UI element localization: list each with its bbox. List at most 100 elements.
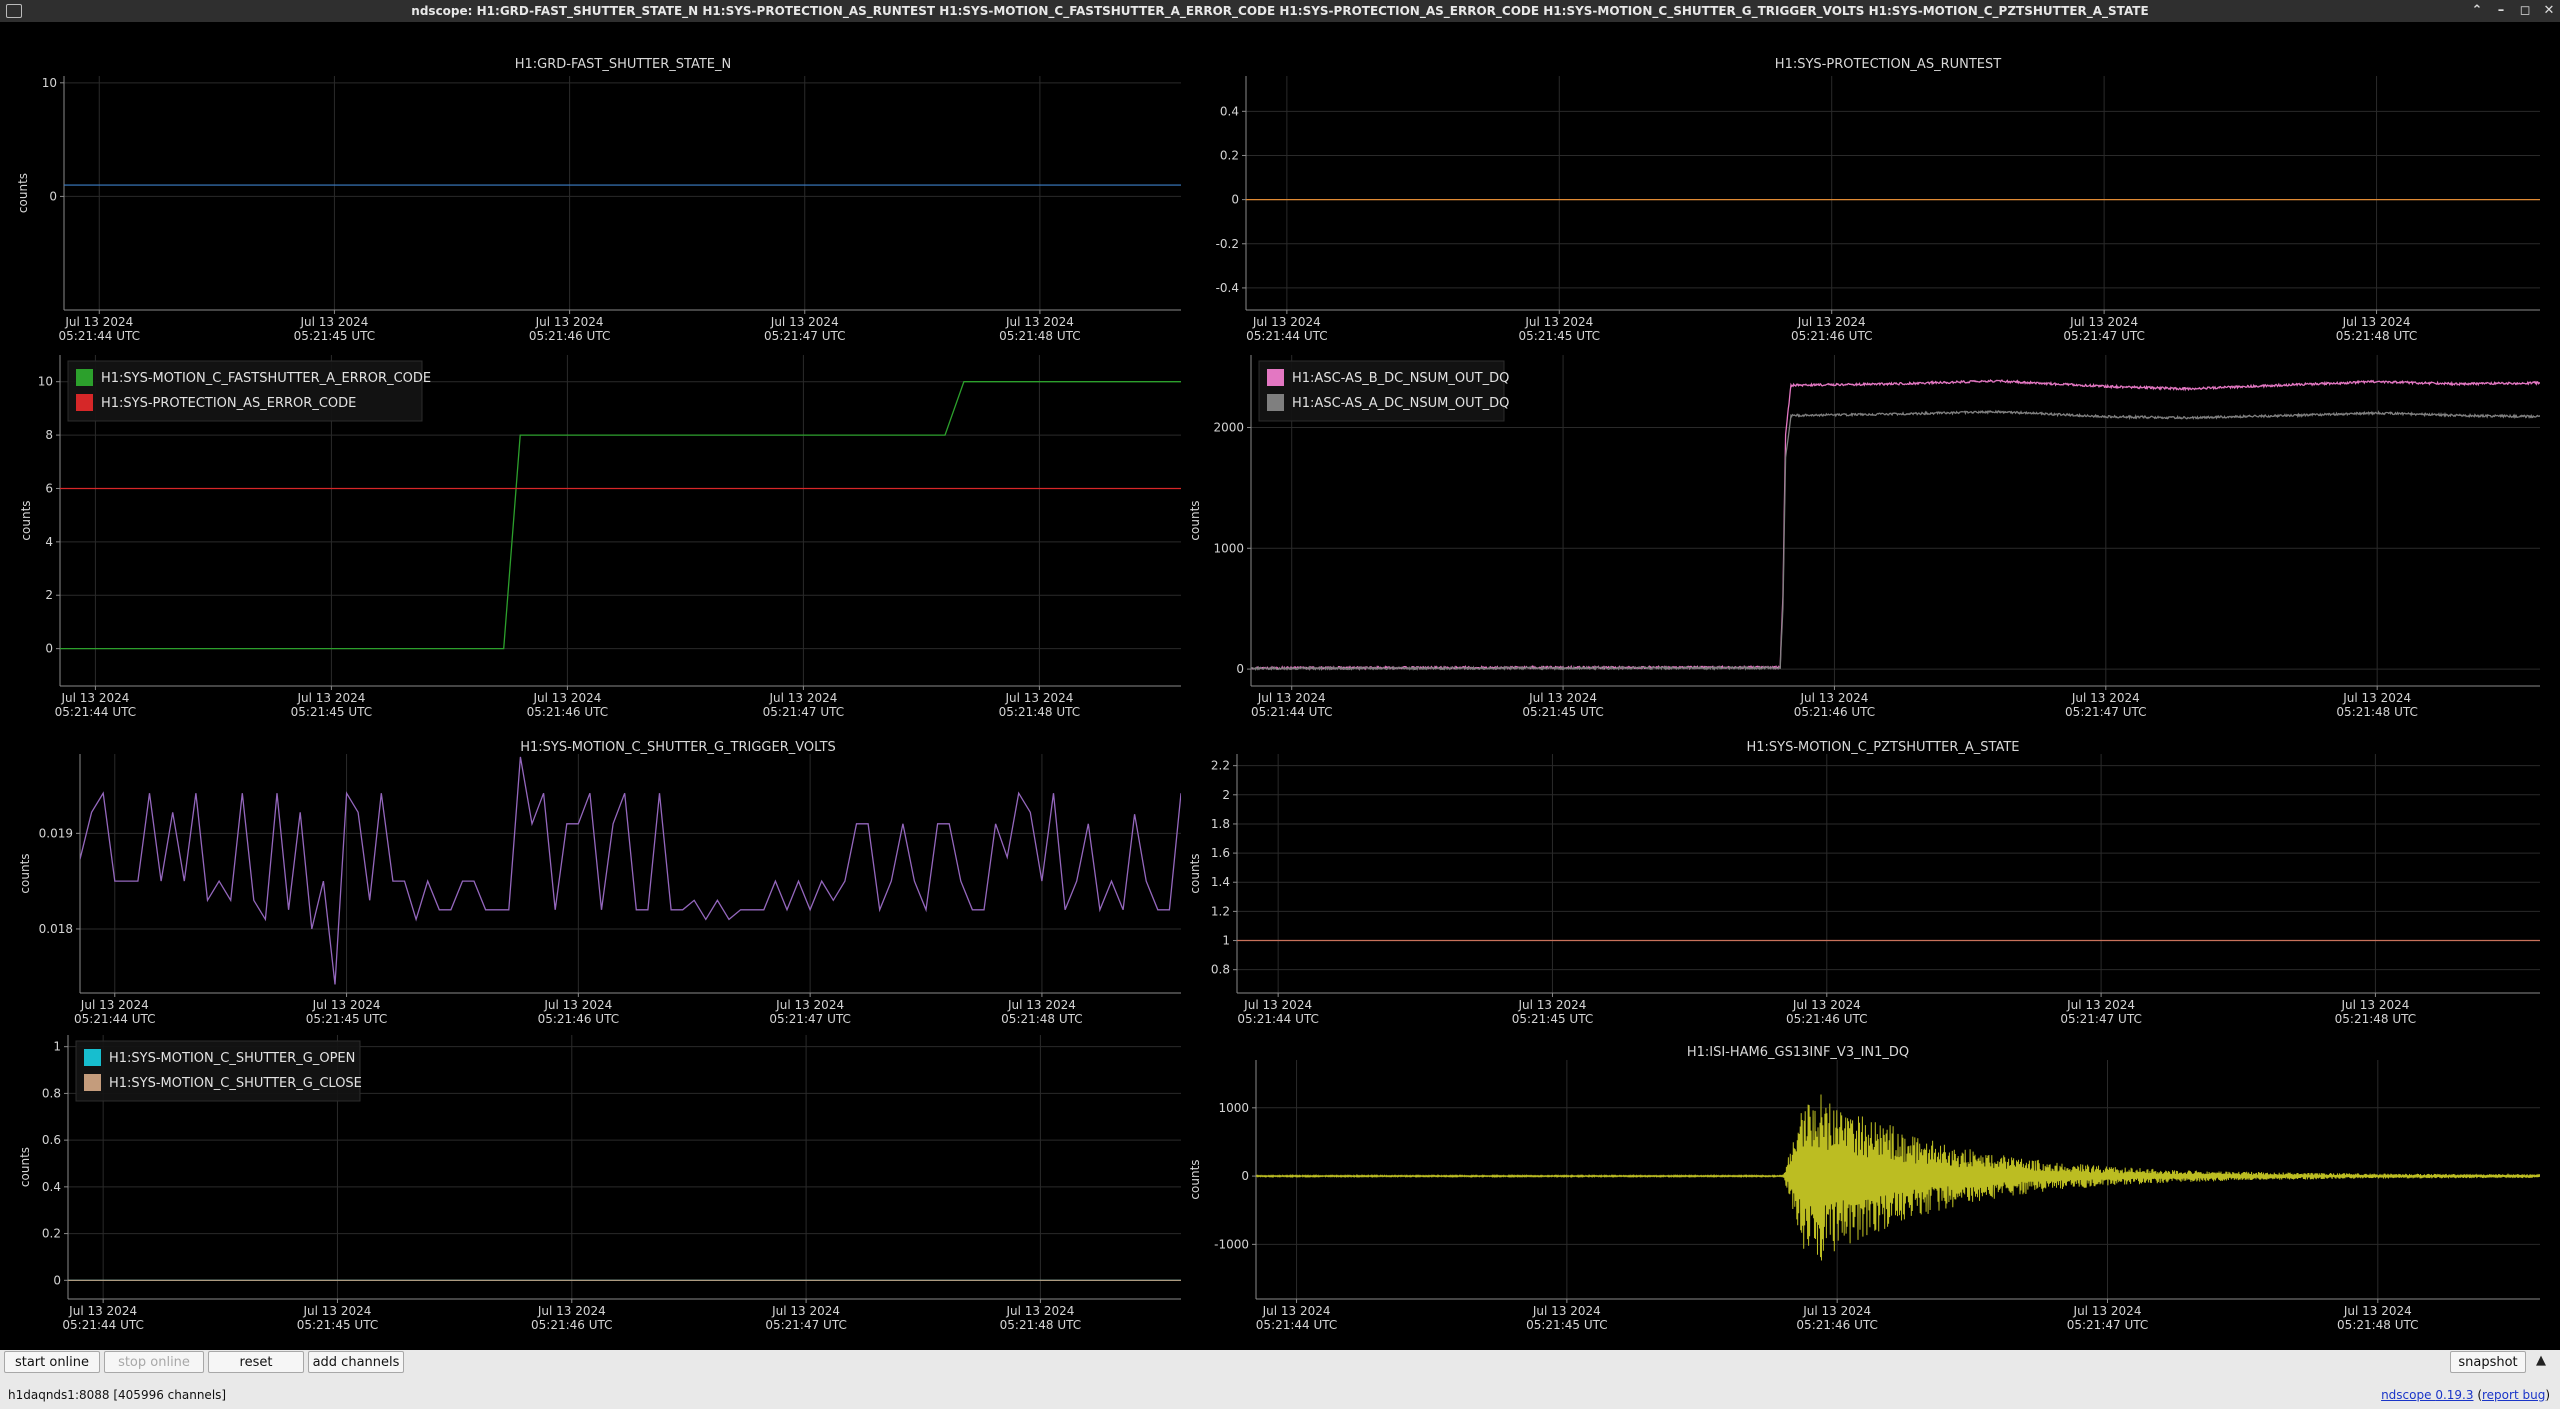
add-channels-button[interactable]: add channels — [308, 1351, 404, 1373]
x-tick-date: Jul 13 2024 — [537, 1304, 606, 1318]
x-tick-date: Jul 13 2024 — [1005, 1304, 1074, 1318]
x-tick-date: Jul 13 2024 — [2342, 691, 2411, 705]
x-tick-date: Jul 13 2024 — [1243, 998, 1312, 1012]
x-tick-time: 05:21:45 UTC — [291, 705, 373, 719]
minimize-icon[interactable]: – — [2490, 1, 2512, 21]
x-tick-date: Jul 13 2024 — [2071, 691, 2140, 705]
y-tick-label: 0.8 — [42, 1086, 61, 1100]
x-tick-date: Jul 13 2024 — [1518, 998, 1587, 1012]
x-tick-time: 05:21:46 UTC — [527, 705, 609, 719]
collapse-arrow-icon[interactable]: ▲ — [2536, 1353, 2546, 1368]
x-tick-date: Jul 13 2024 — [768, 691, 837, 705]
plot-title: H1:SYS-MOTION_C_PZTSHUTTER_A_STATE — [1746, 740, 2019, 755]
plot-7[interactable]: 00.20.40.60.81Jul 13 202405:21:44 UTCJul… — [18, 1035, 1181, 1332]
y-tick-label: 1 — [1222, 934, 1230, 948]
y-axis-label: counts — [1188, 853, 1202, 893]
x-tick-time: 05:21:44 UTC — [55, 705, 137, 719]
x-tick-date: Jul 13 2024 — [296, 691, 365, 705]
x-tick-time: 05:21:45 UTC — [1512, 1012, 1594, 1026]
legend-box — [1258, 360, 1505, 422]
x-tick-time: 05:21:44 UTC — [1246, 329, 1328, 343]
x-tick-date: Jul 13 2024 — [1524, 315, 1593, 329]
x-tick-date: Jul 13 2024 — [1528, 691, 1597, 705]
x-tick-time: 05:21:47 UTC — [2063, 329, 2145, 343]
y-tick-label: 1.2 — [1211, 904, 1230, 918]
plot-1[interactable]: 010Jul 13 202405:21:44 UTCJul 13 202405:… — [16, 57, 1181, 343]
x-tick-time: 05:21:45 UTC — [1519, 329, 1601, 343]
chevron-up-icon[interactable]: ⌃ — [2466, 1, 2488, 21]
close-icon[interactable]: ✕ — [2538, 1, 2560, 21]
x-tick-time: 05:21:44 UTC — [74, 1012, 156, 1026]
plot-6[interactable]: 0.811.21.41.61.822.2Jul 13 202405:21:44 … — [1188, 740, 2540, 1026]
y-tick-label: 0.4 — [1220, 104, 1239, 118]
y-tick-label: 1.4 — [1211, 875, 1230, 889]
x-tick-date: Jul 13 2024 — [2342, 315, 2411, 329]
plots-canvas[interactable]: 010Jul 13 202405:21:44 UTCJul 13 202405:… — [0, 22, 2560, 1350]
x-tick-time: 05:21:48 UTC — [999, 329, 1081, 343]
x-tick-time: 05:21:44 UTC — [1251, 705, 1333, 719]
x-tick-time: 05:21:46 UTC — [1786, 1012, 1868, 1026]
plot-2[interactable]: -0.4-0.200.20.4Jul 13 202405:21:44 UTCJu… — [1216, 57, 2540, 343]
y-axis-label: counts — [1188, 1159, 1202, 1199]
plot-8[interactable]: -100001000Jul 13 202405:21:44 UTCJul 13 … — [1188, 1045, 2540, 1332]
plot-4[interactable]: 010002000Jul 13 202405:21:44 UTCJul 13 2… — [1188, 355, 2540, 719]
y-tick-label: -0.4 — [1216, 281, 1239, 295]
x-tick-time: 05:21:48 UTC — [2337, 1318, 2419, 1332]
legend-label: H1:SYS-MOTION_C_SHUTTER_G_CLOSE — [109, 1076, 362, 1091]
y-tick-label: -0.2 — [1216, 237, 1239, 251]
plot-area[interactable]: 0 10 Jul 13 2024 05:21:44 UTC Jul 13 2024 05:… — [0, 22, 2560, 1350]
x-tick-date: Jul 13 2024 — [60, 691, 129, 705]
x-tick-time: 05:21:46 UTC — [538, 1012, 620, 1026]
reset-button[interactable]: reset — [208, 1351, 304, 1373]
y-tick-label: 0 — [45, 642, 53, 656]
y-tick-label: 0 — [49, 189, 57, 203]
y-tick-label: 10 — [38, 375, 53, 389]
plot-3[interactable]: 0246810Jul 13 202405:21:44 UTCJul 13 202… — [19, 355, 1181, 719]
y-tick-label: 8 — [45, 428, 53, 442]
x-tick-time: 05:21:45 UTC — [1522, 705, 1604, 719]
y-tick-label: 6 — [45, 481, 53, 495]
x-tick-date: Jul 13 2024 — [1252, 315, 1321, 329]
y-tick-label: 1 — [53, 1040, 61, 1054]
y-tick-label: 2 — [45, 588, 53, 602]
y-axis-label: counts — [16, 173, 30, 213]
legend-label: H1:SYS-MOTION_C_SHUTTER_G_OPEN — [109, 1051, 355, 1066]
x-tick-date: Jul 13 2024 — [1257, 691, 1326, 705]
legend-swatch — [1267, 394, 1284, 411]
plot-5[interactable]: 0.0180.019Jul 13 202405:21:44 UTCJul 13 … — [18, 740, 1181, 1026]
y-axis-label: counts — [19, 500, 33, 540]
x-tick-date: Jul 13 2024 — [1792, 998, 1861, 1012]
legend-label: H1:SYS-PROTECTION_AS_ERROR_CODE — [101, 396, 356, 411]
start-online-button[interactable]: start online — [4, 1351, 100, 1373]
y-tick-label: 0.2 — [42, 1227, 61, 1241]
maximize-icon[interactable]: ◻ — [2514, 1, 2536, 21]
x-tick-time: 05:21:46 UTC — [1794, 705, 1876, 719]
x-tick-time: 05:21:47 UTC — [763, 705, 845, 719]
report-bug-link[interactable]: report bug — [2482, 1388, 2545, 1402]
x-tick-time: 05:21:47 UTC — [2065, 705, 2147, 719]
y-tick-label: 0.6 — [42, 1133, 61, 1147]
x-tick-date: Jul 13 2024 — [68, 1304, 137, 1318]
ndscope-link[interactable]: ndscope 0.19.3 — [2381, 1388, 2473, 1402]
y-tick-label: -1000 — [1214, 1237, 1249, 1251]
legend-swatch — [76, 369, 93, 386]
y-tick-label: 0 — [53, 1273, 61, 1287]
x-tick-date: Jul 13 2024 — [770, 315, 839, 329]
legend-swatch — [84, 1049, 101, 1066]
series-line-h1-asc-as-a-dc-nsum-out-dq — [1251, 409, 2540, 672]
x-tick-date: Jul 13 2024 — [775, 998, 844, 1012]
x-tick-date: Jul 13 2024 — [543, 998, 612, 1012]
plot-title: H1:SYS-MOTION_C_SHUTTER_G_TRIGGER_VOLTS — [520, 740, 836, 755]
x-tick-time: 05:21:47 UTC — [2060, 1012, 2142, 1026]
x-tick-time: 05:21:46 UTC — [1796, 1318, 1878, 1332]
snapshot-button[interactable]: snapshot — [2450, 1351, 2526, 1373]
x-tick-time: 05:21:45 UTC — [294, 329, 376, 343]
x-tick-time: 05:21:44 UTC — [1256, 1318, 1338, 1332]
x-tick-date: Jul 13 2024 — [1005, 315, 1074, 329]
x-tick-time: 05:21:48 UTC — [1001, 1012, 1083, 1026]
version-info: ndscope 0.19.3 (report bug) — [2381, 1388, 2550, 1402]
ndscope-version: 0.19.3 — [2435, 1388, 2474, 1402]
x-tick-date: Jul 13 2024 — [1532, 1304, 1601, 1318]
x-tick-time: 05:21:45 UTC — [297, 1318, 379, 1332]
y-tick-label: 0 — [1231, 193, 1239, 207]
